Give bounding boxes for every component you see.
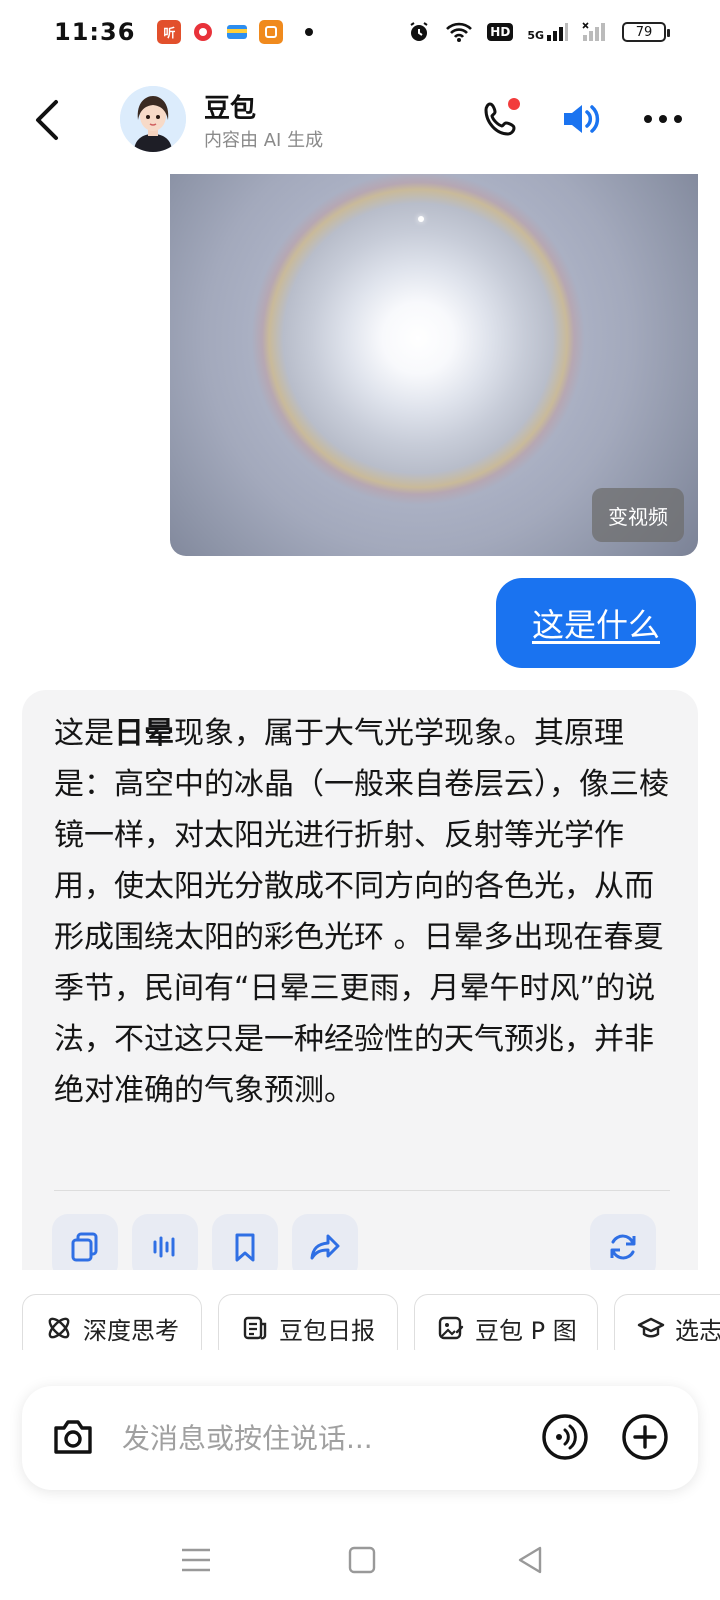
- nav-menu-button[interactable]: [176, 1540, 216, 1580]
- avatar[interactable]: [120, 86, 186, 152]
- ai-response-text[interactable]: 这是日晕现象，属于大气光学现象。其原理是：高空中的冰晶（一般来自卷层云），像三棱…: [54, 708, 680, 1116]
- user-image-message[interactable]: 变视频: [170, 174, 698, 556]
- status-bar: 11:36 听 HD 5G 79: [0, 0, 720, 64]
- signal-no-service-icon: [582, 22, 605, 41]
- feature-chips: 深度思考 豆包日报 豆包 P 图 选志: [0, 1270, 720, 1350]
- add-attachment-button[interactable]: [620, 1412, 670, 1462]
- more-options-button[interactable]: [640, 96, 686, 142]
- voice-wave-icon: [542, 1414, 588, 1460]
- camera-icon: [54, 1420, 92, 1454]
- user-text-message[interactable]: 这是什么: [496, 578, 696, 668]
- message-input[interactable]: [122, 1414, 502, 1462]
- battery-indicator: 79: [622, 22, 670, 42]
- ai-text-body: 现象，属于大气光学现象。其原理是：高空中的冰晶（一般来自卷层云），像三棱镜一样，…: [54, 716, 669, 1108]
- plus-circle-icon: [622, 1414, 668, 1460]
- bookmark-icon: [235, 1233, 255, 1262]
- square-icon: [348, 1546, 376, 1574]
- graduation-cap-icon: [637, 1317, 665, 1338]
- camera-button[interactable]: [48, 1412, 98, 1462]
- refresh-icon: [610, 1234, 636, 1260]
- app-notification-icon: [225, 20, 250, 44]
- speaker-icon: [564, 105, 600, 133]
- message-composer: [22, 1386, 698, 1490]
- speaker-button[interactable]: [558, 96, 604, 142]
- share-arrow-icon: [310, 1234, 340, 1260]
- signal-5g-icon: 5G: [527, 22, 568, 42]
- menu-icon: [182, 1548, 210, 1572]
- wifi-icon: [446, 22, 473, 42]
- chat-title: 豆包: [204, 94, 257, 124]
- nav-home-button[interactable]: [342, 1540, 382, 1580]
- copy-icon: [71, 1232, 98, 1262]
- newspaper-icon: [243, 1316, 267, 1340]
- chip-label: 深度思考: [83, 1316, 179, 1345]
- chip-label: 豆包 P 图: [475, 1316, 577, 1345]
- hd-badge: HD: [487, 23, 514, 41]
- app-notification-icon: 听: [157, 20, 182, 44]
- app-notification-icon: [259, 20, 284, 44]
- ai-disclaimer: 内容由 AI 生成: [204, 130, 324, 151]
- phone-icon: [484, 98, 520, 136]
- chip-daily-news[interactable]: 豆包日报: [218, 1294, 398, 1350]
- convert-to-video-button[interactable]: 变视频: [592, 488, 684, 542]
- image-edit-icon: [438, 1316, 464, 1340]
- chip-label: 豆包日报: [279, 1316, 375, 1345]
- voice-input-button[interactable]: [540, 1412, 590, 1462]
- soundwave-icon: [153, 1236, 175, 1258]
- chip-deep-thinking[interactable]: 深度思考: [22, 1294, 202, 1350]
- divider: [54, 1190, 670, 1191]
- app-notification-icon: [191, 20, 216, 44]
- chip-college-choice[interactable]: 选志: [614, 1294, 720, 1350]
- alarm-icon: [410, 22, 428, 41]
- more-dots-icon: [644, 115, 682, 123]
- voice-call-button[interactable]: [478, 96, 524, 142]
- nav-back-button[interactable]: [510, 1540, 550, 1580]
- chip-image-edit[interactable]: 豆包 P 图: [414, 1294, 598, 1350]
- ai-text-highlight: 日晕: [114, 716, 174, 751]
- more-notifications-dot: [305, 28, 314, 36]
- image-detail: [418, 216, 424, 222]
- back-button[interactable]: [30, 98, 66, 142]
- status-indicators: HD 5G 79: [407, 20, 670, 44]
- system-navigation-bar: [0, 1520, 720, 1600]
- chevron-left-icon: [36, 100, 58, 140]
- ai-text-lead: 这是: [54, 716, 114, 751]
- triangle-back-icon: [518, 1546, 542, 1574]
- chat-header: 豆包 内容由 AI 生成: [0, 84, 720, 156]
- status-time: 11:36: [54, 18, 136, 46]
- atom-icon: [48, 1317, 70, 1339]
- ai-response-card: 这是日晕现象，属于大气光学现象。其原理是：高空中的冰晶（一般来自卷层云），像三棱…: [22, 690, 698, 1280]
- chip-label: 选志: [675, 1316, 720, 1345]
- status-app-icons: 听: [157, 20, 314, 44]
